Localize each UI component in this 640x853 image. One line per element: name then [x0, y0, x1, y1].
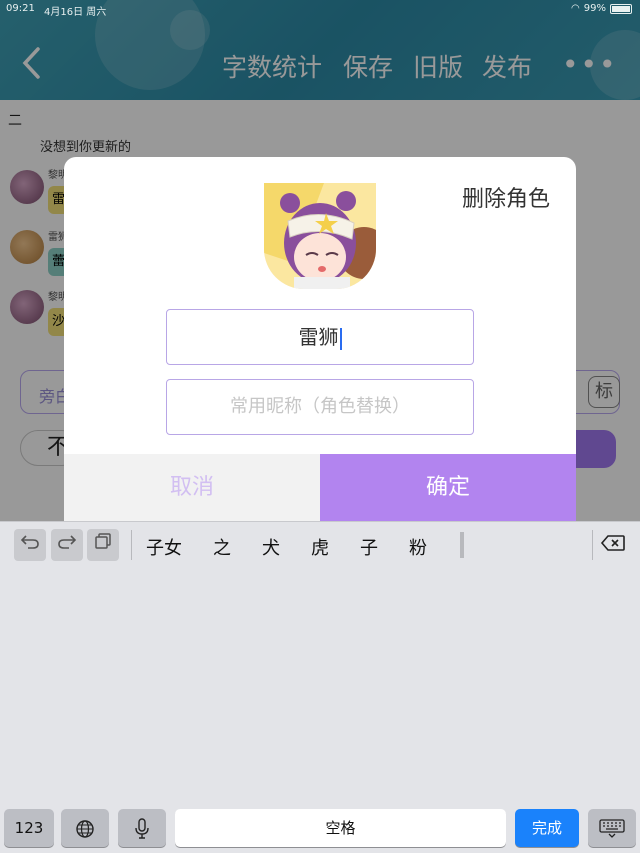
status-date: 4月16日 周六	[44, 7, 107, 18]
redo-icon[interactable]	[51, 529, 83, 561]
candidate-word[interactable]: 犬	[262, 534, 280, 560]
status-time: 09:21	[6, 3, 35, 14]
battery-percent: 99%	[583, 3, 606, 14]
candidate-word[interactable]: 之	[213, 534, 231, 560]
done-key[interactable]: 完成	[515, 809, 579, 847]
keyboard-toolbar: 子女 之 犬 虎 子 粉	[0, 522, 640, 568]
character-avatar[interactable]	[264, 183, 376, 289]
undo-icon[interactable]	[14, 529, 46, 561]
numbers-key[interactable]: 123	[4, 809, 54, 847]
candidate-word[interactable]: 子	[360, 534, 378, 560]
candidate-word[interactable]: 虎	[311, 534, 329, 560]
battery-icon	[610, 3, 632, 14]
edit-role-dialog: 删除角色 雷狮 常用昵称（角色替换） 取消 确定	[64, 157, 576, 521]
status-bar: 09:21 4月16日 周六 ◠ 99%	[0, 0, 640, 18]
keyboard-hide-icon[interactable]	[588, 809, 636, 847]
role-name-input[interactable]: 雷狮	[166, 309, 474, 365]
mic-icon[interactable]	[118, 809, 166, 847]
wifi-icon: ◠	[571, 3, 580, 14]
confirm-button[interactable]: 确定	[320, 454, 576, 521]
backspace-icon[interactable]	[600, 534, 630, 556]
text-caret	[339, 327, 342, 350]
delete-role-button[interactable]: 删除角色	[462, 181, 550, 213]
copy-icon[interactable]	[87, 529, 119, 561]
cancel-button[interactable]: 取消	[64, 454, 320, 521]
candidate-word[interactable]: 子女	[146, 534, 182, 560]
toolbar-divider	[131, 530, 132, 560]
nickname-input[interactable]: 常用昵称（角色替换）	[166, 379, 474, 435]
globe-icon[interactable]	[61, 809, 109, 847]
role-name-value: 雷狮	[298, 325, 339, 349]
status-right: ◠ 99%	[571, 3, 632, 14]
onscreen-keyboard: 子女 之 犬 虎 子 粉 123 空格 完成	[0, 521, 640, 853]
candidate-overflow	[460, 532, 464, 558]
candidate-word[interactable]: 粉	[409, 534, 427, 560]
space-key[interactable]: 空格	[175, 809, 506, 847]
toolbar-divider	[592, 530, 593, 560]
